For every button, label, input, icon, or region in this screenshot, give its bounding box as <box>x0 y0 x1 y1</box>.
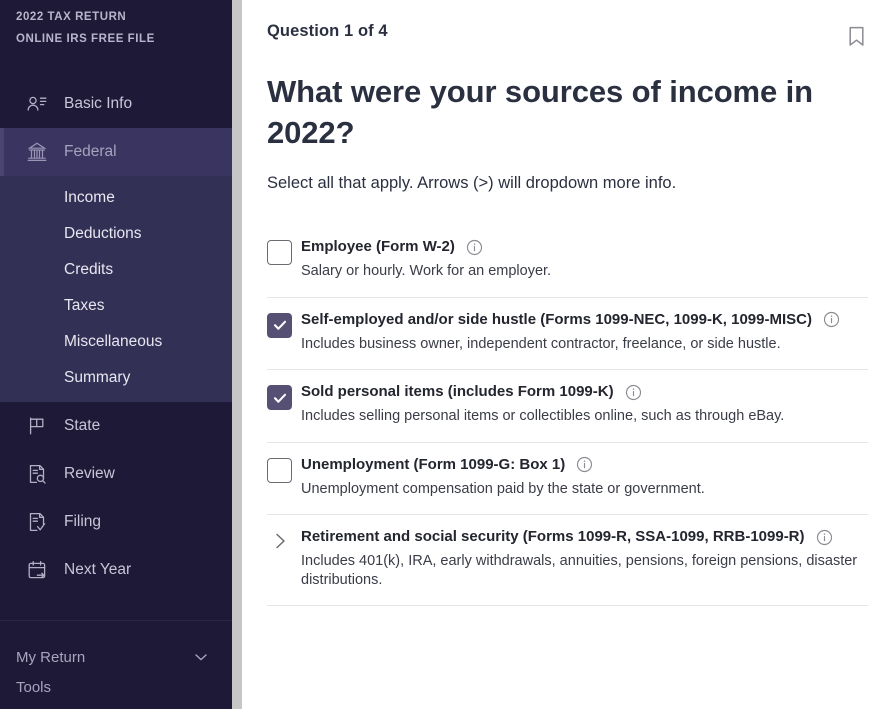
sidebar-item-state[interactable]: State <box>0 402 232 450</box>
calendar-arrow-icon <box>24 557 50 583</box>
option-description: Unemployment compensation paid by the st… <box>301 480 705 497</box>
bank-icon <box>24 139 50 165</box>
info-icon[interactable] <box>625 384 642 401</box>
sidebar-item-label: Filing <box>64 513 102 530</box>
question-header: Question 1 of 4 <box>267 22 868 48</box>
option-title-row: Unemployment (Form 1099-G: Box 1) <box>301 455 868 475</box>
option-body: Unemployment (Form 1099-G: Box 1) Unempl… <box>301 455 868 499</box>
option-description: Includes 401(k), IRA, early withdrawals,… <box>301 553 858 588</box>
sidebar-subitem-income[interactable]: Income <box>0 180 232 216</box>
sidebar-item-label: Next Year <box>64 561 132 578</box>
option-control[interactable] <box>267 527 301 552</box>
option-title-row: Self-employed and/or side hustle (Forms … <box>301 310 868 330</box>
option-title: Retirement and social security (Forms 10… <box>301 528 805 545</box>
income-source-options: Employee (Form W-2) Salary or hourly. Wo… <box>267 226 868 606</box>
sidebar-subitem-label: Deductions <box>64 225 142 242</box>
option-title-row: Retirement and social security (Forms 10… <box>301 527 868 547</box>
sidebar-subitem-deductions[interactable]: Deductions <box>0 216 232 252</box>
sidebar-item-next-year[interactable]: Next Year <box>0 546 232 594</box>
option-row[interactable]: Sold personal items (includes Form 1099-… <box>267 370 868 443</box>
sidebar-item-basic-info[interactable]: Basic Info <box>0 80 232 128</box>
sidebar-item-label: Federal <box>64 143 117 160</box>
bookmark-icon[interactable] <box>845 24 867 48</box>
option-description: Includes selling personal items or colle… <box>301 408 785 424</box>
info-icon[interactable] <box>466 239 483 256</box>
option-row[interactable]: Self-employed and/or side hustle (Forms … <box>267 298 868 370</box>
contact-card-icon <box>24 91 50 117</box>
page-title: What were your sources of income in 2022… <box>267 74 814 150</box>
checkbox-employee[interactable] <box>267 240 292 265</box>
my-return-toggle[interactable]: My Return <box>0 635 232 679</box>
scrollbar-gutter <box>242 0 250 709</box>
sidebar-item-label: State <box>64 417 101 434</box>
option-control[interactable] <box>267 382 301 410</box>
sidebar-item-federal[interactable]: Federal <box>0 128 232 176</box>
chevron-right-icon[interactable] <box>269 530 291 552</box>
sidebar-subitem-summary[interactable]: Summary <box>0 360 232 396</box>
sidebar: 2022 TAX RETURN ONLINE IRS FREE FILE Bas… <box>0 0 232 709</box>
info-icon[interactable] <box>576 456 593 473</box>
checkbox-sold-personal-items[interactable] <box>267 385 292 410</box>
sidebar-subitem-label: Miscellaneous <box>64 333 163 350</box>
option-body: Retirement and social security (Forms 10… <box>301 527 868 589</box>
brand-program-name: ONLINE IRS FREE FILE <box>16 33 155 45</box>
option-title: Employee (Form W-2) <box>301 238 455 255</box>
info-icon[interactable] <box>816 529 833 546</box>
option-body: Employee (Form W-2) Salary or hourly. Wo… <box>301 237 868 281</box>
option-row[interactable]: Employee (Form W-2) Salary or hourly. Wo… <box>267 226 868 298</box>
document-search-icon <box>24 461 50 487</box>
option-title: Self-employed and/or side hustle (Forms … <box>301 310 812 328</box>
my-return-label: My Return <box>16 648 86 666</box>
sidebar-item-review[interactable]: Review <box>0 450 232 498</box>
option-description: Salary or hourly. Work for an employer. <box>301 263 552 279</box>
option-control[interactable] <box>267 455 301 483</box>
sidebar-subitem-taxes[interactable]: Taxes <box>0 288 232 324</box>
sidebar-subitem-label: Income <box>64 189 115 206</box>
option-control[interactable] <box>267 237 301 265</box>
option-description: Includes business owner, independent con… <box>301 335 781 352</box>
sidebar-item-label: Review <box>64 465 115 482</box>
sidebar-subnav-federal: Income Deductions Credits Taxes Miscella… <box>0 176 232 402</box>
chevron-down-icon <box>192 648 210 666</box>
sidebar-item-label: Basic Info <box>64 95 133 112</box>
info-icon[interactable] <box>823 311 840 328</box>
option-control[interactable] <box>267 310 301 338</box>
page-subtitle: Select all that apply. Arrows (>) will d… <box>267 174 677 192</box>
sidebar-footer: My Return Tools <box>0 620 232 709</box>
option-title: Sold personal items (includes Form 1099-… <box>301 383 614 400</box>
sidebar-subitem-label: Taxes <box>64 297 105 314</box>
sidebar-subitem-miscellaneous[interactable]: Miscellaneous <box>0 324 232 360</box>
app-window: 2022 TAX RETURN ONLINE IRS FREE FILE Bas… <box>0 0 888 709</box>
tools-label: Tools <box>16 679 52 696</box>
sidebar-item-filing[interactable]: Filing <box>0 498 232 546</box>
checkbox-self-employed[interactable] <box>267 312 292 338</box>
option-body: Sold personal items (includes Form 1099-… <box>301 382 868 426</box>
main-content: Question 1 of 4 What were your sources o… <box>250 0 888 709</box>
document-check-icon <box>24 509 50 535</box>
page-scrollbar[interactable] <box>232 0 242 709</box>
brand-tax-year: 2022 TAX RETURN <box>16 11 127 23</box>
flag-icon <box>24 413 50 439</box>
option-row[interactable]: Retirement and social security (Forms 10… <box>267 515 868 606</box>
sidebar-subitem-label: Summary <box>64 369 131 386</box>
option-row[interactable]: Unemployment (Form 1099-G: Box 1) Unempl… <box>267 443 868 515</box>
question-counter: Question 1 of 4 <box>267 22 388 40</box>
option-title-row: Sold personal items (includes Form 1099-… <box>301 382 868 402</box>
sidebar-subitem-credits[interactable]: Credits <box>0 252 232 288</box>
checkbox-unemployment[interactable] <box>267 457 292 483</box>
sidebar-subitem-label: Credits <box>64 261 114 278</box>
tools-toggle[interactable]: Tools <box>0 679 232 709</box>
brand-block: 2022 TAX RETURN ONLINE IRS FREE FILE <box>0 0 232 50</box>
option-title-row: Employee (Form W-2) <box>301 237 868 257</box>
sidebar-nav: Basic Info Federal Income Deductions Cre… <box>0 80 232 594</box>
option-title: Unemployment (Form 1099-G: Box 1) <box>301 455 566 473</box>
option-body: Self-employed and/or side hustle (Forms … <box>301 310 868 354</box>
